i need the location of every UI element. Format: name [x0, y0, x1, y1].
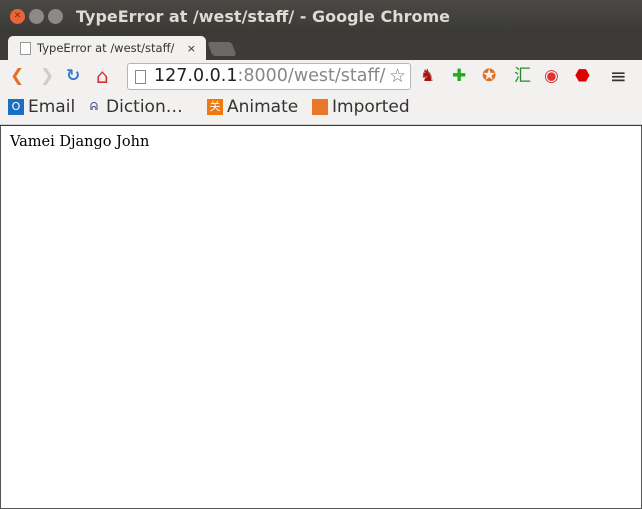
window-maximize-button[interactable] — [48, 9, 63, 24]
bookmarks-bar: O Email ᕱ Diction… 关 Animate Imported — [0, 93, 642, 125]
home-button[interactable]: ⌂ — [96, 66, 109, 86]
forward-button[interactable]: ❯ — [40, 66, 54, 86]
bookmark-label: Diction… — [106, 97, 183, 117]
url-path: :8000/west/staff/ — [237, 66, 386, 86]
tab-close-icon[interactable]: × — [187, 42, 196, 55]
toolbar: ❮ ❯ ↻ ⌂ 127.0.0.1:8000/west/staff/ ☆ ≡ ♞… — [0, 60, 642, 93]
new-tab-button[interactable] — [207, 42, 237, 56]
body-text: Vamei Django John — [10, 134, 150, 150]
page-icon — [20, 41, 31, 55]
url-host: 127.0.0.1 — [154, 66, 238, 86]
tab-active[interactable]: TypeError at /west/staff/ × — [8, 36, 206, 60]
address-bar[interactable]: 127.0.0.1:8000/west/staff/ ☆ — [127, 63, 411, 90]
chrome-ext-icon[interactable]: ◉ — [544, 66, 559, 86]
window-title: TypeError at /west/staff/ - Google Chrom… — [76, 7, 450, 26]
reload-button[interactable]: ↻ — [66, 66, 80, 86]
folder-icon — [312, 99, 328, 115]
back-button[interactable]: ❮ — [10, 66, 24, 86]
sofa-icon[interactable]: ♞ — [420, 66, 435, 86]
bookmark-label: Animate — [227, 97, 299, 117]
title-bar: ✕ TypeError at /west/staff/ - Google Chr… — [0, 0, 642, 34]
bookmark-star-icon[interactable]: ☆ — [389, 64, 406, 89]
bookmark-email[interactable]: O Email — [8, 97, 75, 117]
window-close-button[interactable]: ✕ — [10, 9, 25, 24]
tab-strip: TypeError at /west/staff/ × — [0, 34, 642, 60]
tab-label: TypeError at /west/staff/ — [37, 41, 175, 55]
bookmark-label: Imported — [332, 97, 410, 117]
adblock-icon[interactable]: ⬣ — [575, 66, 590, 86]
window-minimize-button[interactable] — [29, 9, 44, 24]
outlook-icon: O — [8, 99, 24, 115]
animate-icon: 关 — [207, 99, 223, 115]
menu-button[interactable]: ≡ — [610, 66, 627, 86]
fox-icon[interactable]: ✪ — [482, 66, 496, 86]
bookmark-diction[interactable]: ᕱ Diction… — [86, 97, 183, 117]
evernote-icon[interactable]: ✚ — [452, 66, 466, 86]
dictionary-icon: ᕱ — [89, 100, 99, 113]
hui-icon[interactable]: 汇 — [514, 66, 531, 86]
page-icon — [135, 70, 146, 84]
bookmark-label: Email — [28, 97, 76, 117]
bookmark-animate[interactable]: 关 Animate — [207, 97, 298, 117]
bookmark-imported[interactable]: Imported — [312, 97, 410, 117]
page-content: Vamei Django John — [0, 126, 642, 509]
